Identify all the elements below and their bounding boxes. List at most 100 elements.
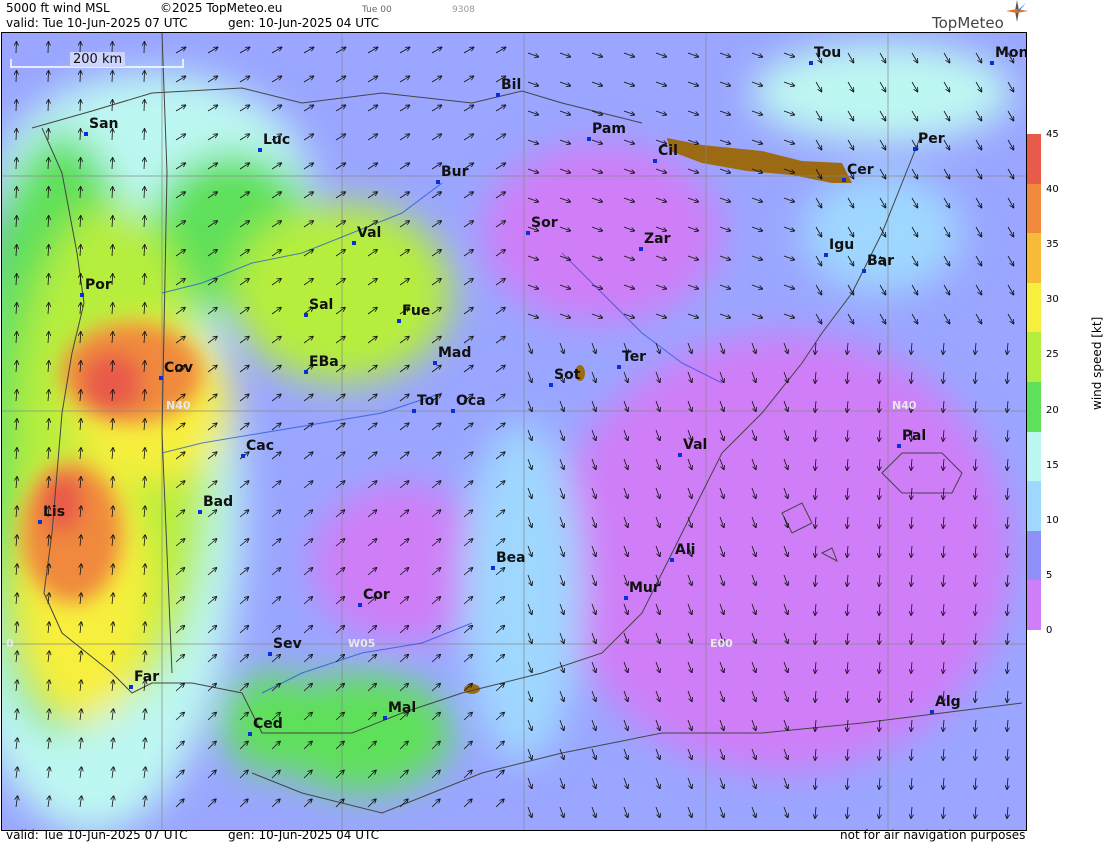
legend-tick-label: 45 bbox=[1046, 129, 1059, 140]
city-marker bbox=[549, 383, 553, 387]
city-label[interactable]: Cor bbox=[363, 587, 390, 603]
city-label[interactable]: San bbox=[89, 116, 119, 132]
legend-color-segment bbox=[1027, 134, 1041, 184]
city-marker bbox=[842, 178, 846, 182]
city-label[interactable]: Zar bbox=[644, 231, 671, 247]
city-marker bbox=[491, 566, 495, 570]
city-marker bbox=[587, 137, 591, 141]
grid-label-e00: E00 bbox=[710, 637, 733, 650]
city-label[interactable]: Per bbox=[918, 131, 945, 147]
city-label[interactable]: Bil bbox=[501, 77, 521, 93]
city-label[interactable]: Oca bbox=[456, 393, 486, 409]
city-marker bbox=[358, 603, 362, 607]
grid-label-w10: 0 bbox=[6, 637, 14, 650]
city-marker bbox=[268, 652, 272, 656]
city-marker bbox=[80, 293, 84, 297]
wind-arrow bbox=[16, 129, 17, 141]
city-label[interactable]: Ali bbox=[675, 542, 695, 558]
city-marker bbox=[496, 93, 500, 97]
generated-time: gen: 10-Jun-2025 04 UTC bbox=[228, 16, 380, 30]
city-label[interactable]: Mad bbox=[438, 345, 471, 361]
city-marker bbox=[241, 454, 245, 458]
city-label[interactable]: Mal bbox=[388, 700, 416, 716]
city-marker bbox=[678, 453, 682, 457]
city-label[interactable]: Mon bbox=[995, 45, 1026, 61]
city-label[interactable]: Mur bbox=[629, 580, 660, 596]
scale-label: 200 km bbox=[70, 52, 126, 67]
city-label[interactable]: Cac bbox=[246, 438, 274, 454]
city-label[interactable]: Sal bbox=[309, 297, 333, 313]
wind-arrow bbox=[144, 100, 145, 112]
footer-valid-time: valid: Tue 10-Jun-2025 07 UTC bbox=[6, 828, 188, 842]
city-marker bbox=[159, 376, 163, 380]
city-label[interactable]: Tou bbox=[814, 45, 841, 61]
city-label[interactable]: Pam bbox=[592, 121, 626, 137]
city-label[interactable]: Ced bbox=[253, 716, 283, 732]
legend-color-segment bbox=[1027, 233, 1041, 283]
city-marker bbox=[198, 510, 202, 514]
city-marker bbox=[412, 409, 416, 413]
wind-arrow bbox=[112, 71, 113, 83]
wind-map[interactable]: 200 km N40 N40 W05 E00 0 San Luc Bil Pam Tou… bbox=[1, 32, 1027, 831]
city-label[interactable]: Bea bbox=[496, 550, 526, 566]
wind-arrow bbox=[80, 71, 81, 83]
city-label[interactable]: Por bbox=[85, 277, 112, 293]
city-marker bbox=[383, 716, 387, 720]
grid-label-n40-west: N40 bbox=[166, 399, 191, 412]
city-label[interactable]: Cil bbox=[658, 143, 678, 159]
city-marker bbox=[352, 241, 356, 245]
city-marker bbox=[930, 710, 934, 714]
footer-disclaimer: not for air navigation purposes bbox=[840, 828, 1026, 842]
city-marker bbox=[809, 61, 813, 65]
city-label[interactable]: Val bbox=[683, 437, 707, 453]
city-marker bbox=[824, 253, 828, 257]
city-marker bbox=[38, 520, 42, 524]
wind-speed-color-scale bbox=[1027, 134, 1041, 630]
city-label[interactable]: Sor bbox=[531, 215, 558, 231]
wind-arrow bbox=[16, 71, 17, 83]
city-marker bbox=[84, 132, 88, 136]
city-label[interactable]: Pal bbox=[902, 428, 926, 444]
city-label[interactable]: Sot bbox=[554, 367, 580, 383]
city-label[interactable]: Sev bbox=[273, 636, 302, 652]
city-marker bbox=[624, 596, 628, 600]
city-marker bbox=[862, 269, 866, 273]
city-marker bbox=[639, 247, 643, 251]
legend-color-segment bbox=[1027, 183, 1041, 234]
wind-arrow bbox=[144, 129, 145, 141]
city-marker bbox=[653, 159, 657, 163]
city-marker bbox=[258, 148, 262, 152]
city-label[interactable]: Alg bbox=[935, 694, 961, 710]
city-label[interactable]: Igu bbox=[829, 237, 854, 253]
city-label[interactable]: Cer bbox=[847, 162, 874, 178]
legend-color-segment bbox=[1027, 382, 1041, 432]
wind-arrow bbox=[48, 71, 49, 83]
city-label[interactable]: Luc bbox=[263, 132, 290, 148]
wind-arrow bbox=[80, 129, 81, 141]
legend-tick-label: 5 bbox=[1046, 569, 1053, 581]
legend-color-segment bbox=[1027, 282, 1041, 333]
run-id: 9308 bbox=[452, 5, 475, 15]
legend-color-segment bbox=[1027, 431, 1041, 482]
city-label[interactable]: Tol bbox=[417, 393, 439, 409]
footer-generated-time: gen: 10-Jun-2025 04 UTC bbox=[228, 828, 380, 842]
city-label[interactable]: Far bbox=[134, 669, 159, 685]
wind-arrow bbox=[80, 100, 81, 112]
brand-text: TopMeteo bbox=[932, 14, 1004, 32]
city-marker bbox=[129, 685, 133, 689]
city-label[interactable]: Bur bbox=[441, 164, 469, 180]
copyright: ©2025 TopMeteo.eu bbox=[160, 1, 283, 15]
city-label[interactable]: Fue bbox=[402, 303, 430, 319]
city-label[interactable]: Bad bbox=[203, 494, 233, 510]
city-label[interactable]: Cov bbox=[164, 360, 193, 376]
city-label[interactable]: Val bbox=[357, 225, 381, 241]
city-label[interactable]: Ter bbox=[622, 349, 646, 365]
grid-label-n40-east: N40 bbox=[892, 399, 917, 412]
topmeteo-logo[interactable]: TopMeteo bbox=[932, 0, 1028, 32]
legend-tick-label: 15 bbox=[1046, 459, 1059, 471]
city-label[interactable]: Bar bbox=[867, 253, 894, 269]
city-label[interactable]: EBa bbox=[309, 354, 339, 370]
legend-tick-label: 30 bbox=[1046, 294, 1059, 306]
city-marker bbox=[433, 361, 437, 365]
city-label[interactable]: Lis bbox=[43, 504, 65, 520]
